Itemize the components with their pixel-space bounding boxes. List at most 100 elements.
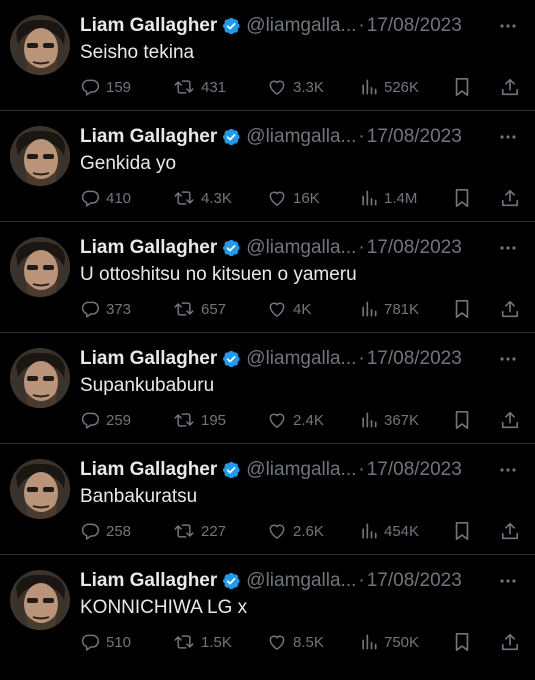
like-button[interactable]: 3.3K	[267, 74, 324, 100]
user-handle[interactable]: @liamgalla...	[246, 570, 356, 592]
retweet-button[interactable]: 431	[173, 74, 226, 100]
user-handle[interactable]: @liamgalla...	[246, 237, 356, 259]
share-icon	[500, 299, 520, 319]
bookmark-button[interactable]	[453, 518, 471, 544]
separator-dot: ·	[358, 348, 365, 369]
display-name[interactable]: Liam Gallagher	[80, 348, 217, 370]
like-button[interactable]: 4K	[267, 296, 311, 322]
tweet-text: KONNICHIWA LG x	[80, 597, 248, 618]
share-button[interactable]	[500, 518, 520, 544]
reply-button[interactable]: 373	[80, 296, 131, 322]
like-button[interactable]: 2.4K	[267, 407, 324, 433]
tweet[interactable]: Liam Gallagher @liamgalla... · 17/08/202…	[0, 333, 535, 444]
bookmark-icon	[453, 77, 471, 97]
retweet-count: 227	[201, 522, 227, 540]
tweet-date[interactable]: 17/08/2023	[367, 459, 462, 481]
retweet-count: 195	[201, 411, 227, 429]
like-button[interactable]: 16K	[267, 185, 320, 211]
retweet-icon	[173, 77, 195, 97]
reply-icon	[80, 77, 100, 97]
avatar-photo-icon	[10, 15, 70, 75]
reply-button[interactable]: 258	[80, 518, 131, 544]
reply-button[interactable]: 510	[80, 629, 131, 655]
retweet-button[interactable]: 4.3K	[173, 185, 232, 211]
display-name[interactable]: Liam Gallagher	[80, 237, 217, 259]
bookmark-icon	[453, 521, 471, 541]
bookmark-button[interactable]	[453, 74, 471, 100]
verified-badge-icon	[221, 460, 241, 480]
tweet-date[interactable]: 17/08/2023	[367, 570, 462, 592]
reply-button[interactable]: 259	[80, 407, 131, 433]
tweet-date[interactable]: 17/08/2023	[367, 348, 462, 370]
display-name[interactable]: Liam Gallagher	[80, 126, 217, 148]
avatar-photo-icon	[10, 126, 70, 186]
views-button[interactable]: 454K	[360, 518, 419, 544]
view-count: 781K	[384, 300, 420, 318]
like-count: 16K	[293, 189, 320, 207]
views-icon	[360, 632, 378, 652]
user-handle[interactable]: @liamgalla...	[246, 459, 356, 481]
views-icon	[360, 299, 378, 319]
user-handle[interactable]: @liamgalla...	[246, 348, 356, 370]
share-button[interactable]	[500, 296, 520, 322]
like-icon	[267, 521, 287, 541]
retweet-button[interactable]: 195	[173, 407, 226, 433]
bookmark-button[interactable]	[453, 185, 471, 211]
like-button[interactable]: 2.6K	[267, 518, 324, 544]
bookmark-button[interactable]	[453, 629, 471, 655]
retweet-button[interactable]: 657	[173, 296, 226, 322]
avatar[interactable]	[10, 126, 70, 186]
bookmark-icon	[453, 632, 471, 652]
user-handle[interactable]: @liamgalla...	[246, 126, 356, 148]
tweet[interactable]: Liam Gallagher @liamgalla... · 17/08/202…	[0, 0, 535, 111]
share-button[interactable]	[500, 407, 520, 433]
views-button[interactable]: 526K	[360, 74, 419, 100]
avatar[interactable]	[10, 348, 70, 408]
reply-count: 258	[106, 522, 132, 540]
share-button[interactable]	[500, 629, 520, 655]
reply-button[interactable]: 410	[80, 185, 131, 211]
reply-icon	[80, 410, 100, 430]
like-button[interactable]: 8.5K	[267, 629, 324, 655]
more-icon[interactable]	[497, 348, 519, 370]
display-name[interactable]: Liam Gallagher	[80, 15, 217, 37]
reply-count: 259	[106, 411, 132, 429]
more-icon[interactable]	[497, 237, 519, 259]
tweet-date[interactable]: 17/08/2023	[367, 15, 462, 37]
more-icon[interactable]	[497, 15, 519, 37]
more-icon[interactable]	[497, 126, 519, 148]
view-count: 1.4M	[384, 189, 418, 207]
bookmark-button[interactable]	[453, 296, 471, 322]
display-name[interactable]: Liam Gallagher	[80, 570, 217, 592]
tweet-date[interactable]: 17/08/2023	[367, 126, 462, 148]
avatar[interactable]	[10, 15, 70, 75]
share-button[interactable]	[500, 185, 520, 211]
tweet[interactable]: Liam Gallagher @liamgalla... · 17/08/202…	[0, 444, 535, 555]
tweet-text: Genkida yo	[80, 153, 177, 174]
display-name[interactable]: Liam Gallagher	[80, 459, 217, 481]
verified-badge-icon	[221, 571, 241, 591]
views-button[interactable]: 781K	[360, 296, 419, 322]
tweet[interactable]: Liam Gallagher @liamgalla... · 17/08/202…	[0, 555, 535, 666]
retweet-count: 1.5K	[201, 633, 232, 651]
avatar[interactable]	[10, 459, 70, 519]
share-button[interactable]	[500, 74, 520, 100]
views-icon	[360, 410, 378, 430]
retweet-button[interactable]: 227	[173, 518, 226, 544]
tweet[interactable]: Liam Gallagher @liamgalla... · 17/08/202…	[0, 222, 535, 333]
more-icon[interactable]	[497, 570, 519, 592]
tweet[interactable]: Liam Gallagher @liamgalla... · 17/08/202…	[0, 111, 535, 222]
views-button[interactable]: 750K	[360, 629, 419, 655]
bookmark-button[interactable]	[453, 407, 471, 433]
user-handle[interactable]: @liamgalla...	[246, 15, 356, 37]
reply-button[interactable]: 159	[80, 74, 131, 100]
avatar[interactable]	[10, 570, 70, 630]
views-button[interactable]: 1.4M	[360, 185, 417, 211]
verified-badge-icon	[221, 127, 241, 147]
more-icon[interactable]	[497, 459, 519, 481]
avatar[interactable]	[10, 237, 70, 297]
retweet-button[interactable]: 1.5K	[173, 629, 232, 655]
tweet-date[interactable]: 17/08/2023	[367, 237, 462, 259]
reply-count: 373	[106, 300, 132, 318]
views-button[interactable]: 367K	[360, 407, 419, 433]
